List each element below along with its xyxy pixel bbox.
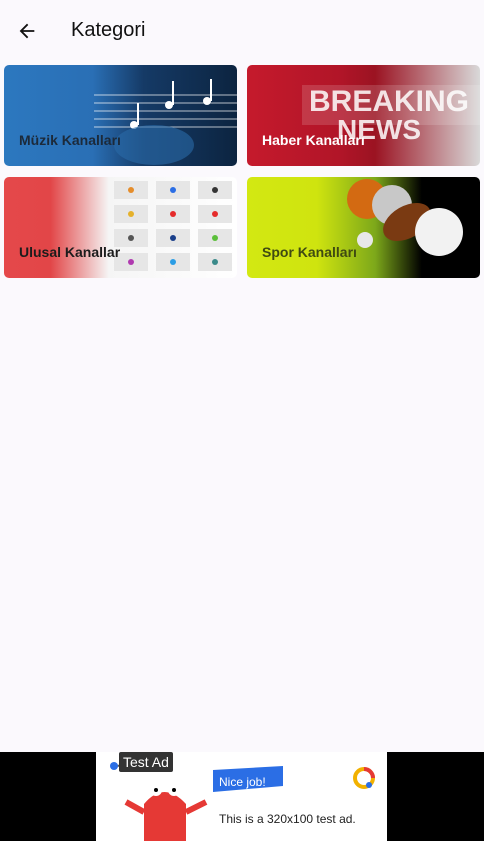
ad-banner[interactable]: Nice job! This is a 320x100 test ad. Tes… xyxy=(0,752,484,841)
category-card-muzik[interactable]: Müzik Kanalları xyxy=(4,65,237,166)
nice-job-text: Nice job! xyxy=(219,775,266,789)
top-app-bar: Kategori xyxy=(0,0,484,64)
category-card-spor[interactable]: Spor Kanalları xyxy=(247,177,480,278)
music-notes-image xyxy=(94,79,237,165)
category-card-ulusal[interactable]: Ulusal Kanallar xyxy=(4,177,237,278)
category-label: Spor Kanalları xyxy=(262,244,357,260)
test-ad-badge: Test Ad xyxy=(119,752,173,772)
ad-body-text: This is a 320x100 test ad. xyxy=(219,812,356,826)
sports-balls-image xyxy=(347,179,463,256)
channel-logos-image xyxy=(114,181,232,271)
category-card-haber[interactable]: BREAKING NEWS Haber Kanalları xyxy=(247,65,480,166)
page-title: Kategori xyxy=(71,19,146,41)
adsense-logo-icon xyxy=(353,767,375,789)
category-label: Ulusal Kanallar xyxy=(19,244,121,260)
back-button[interactable] xyxy=(10,14,44,48)
breaking-news-image: BREAKING NEWS xyxy=(302,85,480,145)
category-label: Müzik Kanalları xyxy=(19,132,121,148)
arrow-left-icon xyxy=(19,23,35,39)
category-label: Haber Kanalları xyxy=(262,132,365,148)
nice-job-banner-icon: Nice job! xyxy=(213,766,283,792)
